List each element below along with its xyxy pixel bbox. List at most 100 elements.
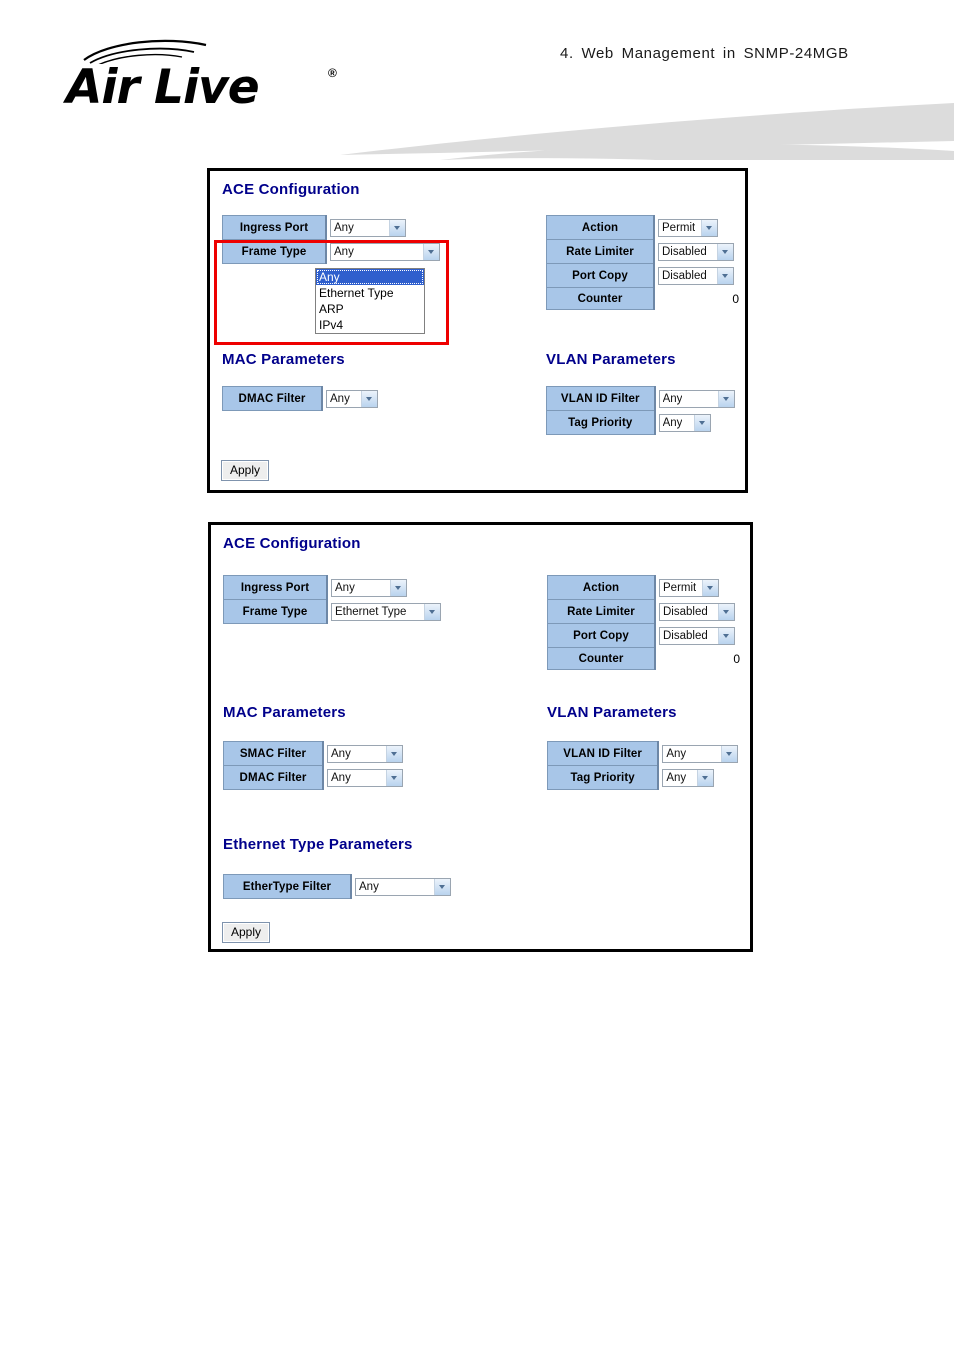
action-select[interactable]: Permit (659, 578, 719, 597)
label-dmac-filter: DMAC Filter (223, 765, 324, 790)
dmac-filter-select[interactable]: Any (326, 389, 378, 408)
label-counter: Counter (547, 647, 656, 670)
ingress-port-select[interactable]: Any (331, 578, 407, 597)
dropdown-option-any[interactable]: Any (316, 269, 424, 285)
chevron-down-icon (717, 243, 733, 260)
chevron-down-icon (423, 243, 439, 260)
dropdown-option-ipv4[interactable]: IPv4 (316, 317, 424, 333)
dmac-filter-select-value: Any (331, 771, 351, 784)
port-copy-select-value: Disabled (662, 269, 707, 282)
action-select-value: Permit (662, 221, 696, 234)
cell-tag-priority-value: Any (654, 410, 745, 435)
table-row-ingress-port: Ingress Port Any (223, 575, 459, 600)
panel2-ace-config-table: Ingress Port Any Frame Type Ethernet Typ… (223, 575, 459, 624)
table-row-dmac-filter: DMAC Filter Any (223, 765, 417, 790)
panel1-apply-button[interactable]: Apply (221, 460, 270, 481)
chevron-down-icon (389, 219, 405, 236)
cell-frame-type-value: Ethernet Type (326, 599, 459, 624)
counter-value: 0 (653, 287, 744, 310)
panel2-page-title: ACE Configuration (223, 535, 361, 552)
port-copy-select[interactable]: Disabled (658, 266, 734, 285)
ingress-port-select[interactable]: Any (330, 218, 406, 237)
ingress-port-select-value: Any (335, 581, 355, 594)
cell-tag-priority-value: Any (657, 765, 751, 790)
action-select-value: Permit (663, 581, 697, 594)
cell-dmac-filter-value: Any (321, 386, 382, 411)
label-vlan-id-filter: VLAN ID Filter (547, 741, 660, 766)
rate-limiter-select[interactable]: Disabled (659, 602, 735, 621)
cell-port-copy-value: Disabled (653, 263, 744, 288)
vlan-id-filter-select-value: Any (666, 747, 687, 760)
frame-type-select-value: Ethernet Type (335, 605, 407, 618)
dmac-filter-select-value: Any (330, 392, 350, 405)
chevron-down-icon (424, 603, 440, 620)
panel1-vlan-parameters-title: VLAN Parameters (546, 351, 676, 368)
label-tag-priority: Tag Priority (547, 765, 660, 790)
chevron-down-icon (701, 219, 717, 236)
ethertype-filter-select[interactable]: Any (355, 877, 451, 896)
cell-vlan-id-filter-value: Any (657, 741, 751, 766)
frame-type-dropdown-list[interactable]: Any Ethernet Type ARP IPv4 (315, 268, 425, 334)
smac-filter-select[interactable]: Any (327, 744, 403, 763)
label-action: Action (546, 215, 655, 240)
cell-frame-type-value: Any (325, 239, 454, 264)
label-frame-type: Frame Type (222, 239, 327, 264)
label-action: Action (547, 575, 656, 600)
chevron-down-icon (361, 390, 377, 407)
panel1-ace-config-table: Ingress Port Any Frame Type Any (222, 215, 454, 264)
tag-priority-select[interactable]: Any (658, 413, 711, 432)
panel1-page-title: ACE Configuration (222, 181, 360, 198)
label-ingress-port: Ingress Port (222, 215, 327, 240)
table-row-vlan-id-filter: VLAN ID Filter Any (545, 386, 745, 411)
port-copy-select[interactable]: Disabled (659, 626, 735, 645)
table-row-smac-filter: SMAC Filter Any (223, 741, 417, 766)
table-row-tag-priority: Tag Priority Any (545, 410, 745, 435)
label-port-copy: Port Copy (546, 263, 655, 288)
chapter-heading: 4. Web Management in SNMP-24MGB (560, 45, 849, 62)
cell-dmac-filter-value: Any (322, 765, 417, 790)
label-frame-type: Frame Type (223, 599, 328, 624)
cell-ethertype-filter-value: Any (350, 874, 455, 899)
table-row-vlan-id-filter: VLAN ID Filter Any (547, 741, 751, 766)
panel1-mac-parameters-table: DMAC Filter Any (222, 386, 382, 411)
table-row-action: Action Permit (546, 215, 744, 240)
chevron-down-icon (718, 627, 734, 644)
ingress-port-select-value: Any (334, 221, 354, 234)
frame-type-select-value: Any (334, 245, 354, 258)
tag-priority-select-value: Any (666, 771, 687, 784)
rate-limiter-select-value: Disabled (663, 605, 708, 618)
dropdown-option-ethernet-type[interactable]: Ethernet Type (316, 285, 424, 301)
page-header: Air Live ® 4. Web Management in SNMP-24M… (0, 0, 954, 160)
chevron-down-icon (693, 414, 710, 431)
panel2-vlan-parameters-title: VLAN Parameters (547, 704, 677, 721)
dropdown-option-arp[interactable]: ARP (316, 301, 424, 317)
panel1-action-table: Action Permit Rate Limiter Disabled Port… (546, 215, 744, 310)
vlan-id-filter-select[interactable]: Any (658, 389, 735, 408)
rate-limiter-select[interactable]: Disabled (658, 242, 734, 261)
dmac-filter-select[interactable]: Any (327, 768, 403, 787)
table-row-tag-priority: Tag Priority Any (547, 765, 751, 790)
panel2-apply-button[interactable]: Apply (222, 922, 271, 943)
cell-smac-filter-value: Any (322, 741, 417, 766)
table-row-frame-type: Frame Type Ethernet Type (223, 599, 459, 624)
table-row-counter: Counter 0 (547, 647, 745, 670)
chevron-down-icon (386, 769, 402, 786)
table-row-ethertype-filter: EtherType Filter Any (223, 874, 455, 899)
table-row-ingress-port: Ingress Port Any (222, 215, 454, 240)
chevron-down-icon (697, 769, 714, 786)
tag-priority-select[interactable]: Any (662, 768, 715, 787)
table-row-port-copy: Port Copy Disabled (546, 263, 744, 288)
table-row-action: Action Permit (547, 575, 745, 600)
label-rate-limiter: Rate Limiter (547, 599, 656, 624)
frame-type-select[interactable]: Any (330, 242, 440, 261)
cell-ingress-port-value: Any (326, 575, 459, 600)
cell-rate-limiter-value: Disabled (654, 599, 745, 624)
port-copy-select-value: Disabled (663, 629, 708, 642)
cell-ingress-port-value: Any (325, 215, 454, 240)
vlan-id-filter-select[interactable]: Any (662, 744, 739, 763)
frame-type-select[interactable]: Ethernet Type (331, 602, 441, 621)
cell-action-value: Permit (653, 215, 744, 240)
panel2-action-table: Action Permit Rate Limiter Disabled Port… (547, 575, 745, 670)
action-select[interactable]: Permit (658, 218, 718, 237)
tag-priority-select-value: Any (662, 416, 683, 429)
